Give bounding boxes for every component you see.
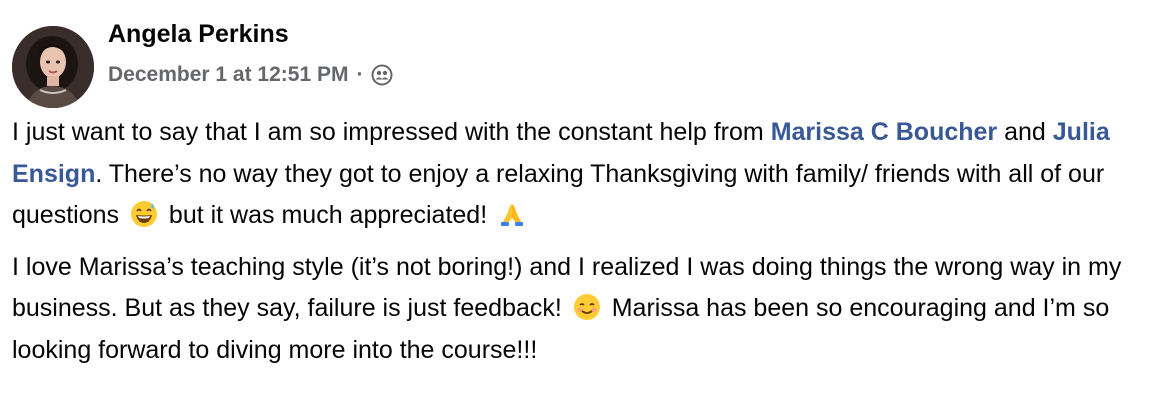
paragraph-text: I just want to say that I am so impresse… [12, 118, 771, 146]
smiling-face-emoji [573, 293, 601, 321]
mention-link[interactable]: Marissa C Boucher [771, 118, 997, 146]
post-timestamp[interactable]: December 1 at 12:51 PM [108, 60, 348, 90]
paragraph-text: but it was much appreciated! [161, 201, 495, 229]
folded-hands-emoji [498, 200, 526, 228]
facebook-post: Angela Perkins December 1 at 12:51 PM · … [0, 0, 1156, 418]
post-paragraph: I just want to say that I am so impresse… [12, 112, 1148, 237]
meta-separator: · [356, 63, 364, 86]
post-paragraph: I love Marissa’s teaching style (it’s no… [12, 247, 1148, 372]
grinning-sweat-emoji [130, 200, 158, 228]
author-avatar[interactable] [12, 26, 94, 108]
post-body: I just want to say that I am so impresse… [12, 112, 1148, 371]
paragraph-text: and [997, 118, 1053, 146]
post-meta: December 1 at 12:51 PM · [108, 60, 393, 90]
author-name[interactable]: Angela Perkins [108, 16, 289, 52]
friends-icon[interactable] [371, 64, 393, 86]
